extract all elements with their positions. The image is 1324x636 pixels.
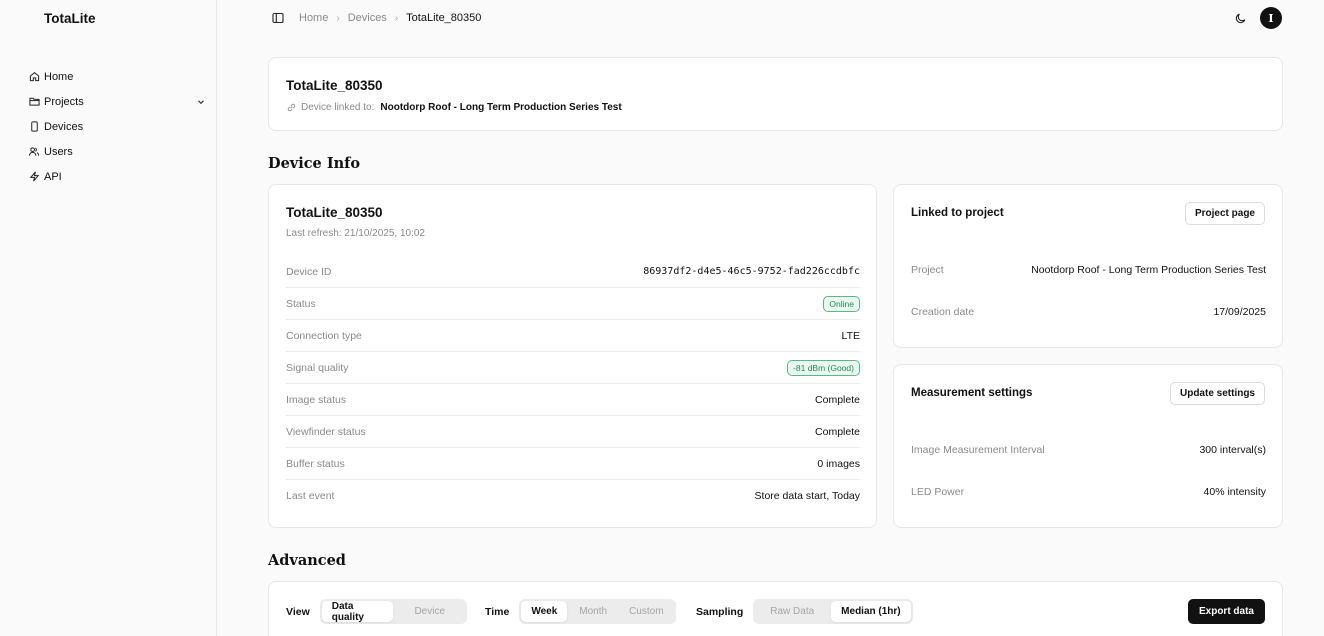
row-key: Image status [286,393,347,406]
chevron-down-icon[interactable] [196,97,206,107]
buffer-value: 0 images [817,457,860,470]
signal-badge: -81 dBm (Good) [787,359,860,376]
sidebar-item-projects[interactable]: Projects [28,89,206,114]
info-row-image-status: Image status Complete [286,384,860,416]
info-row-status: Status Online [286,288,860,320]
creation-date-row: Creation date 17/09/2025 [911,306,1266,318]
advanced-heading: Advanced [268,552,346,569]
breadcrumb-home[interactable]: Home [299,12,328,24]
linked-project-card: Linked to project Project page Project N… [893,184,1283,348]
image-status-value: Complete [815,393,860,406]
moon-icon[interactable] [1235,12,1248,25]
measurement-settings-card: Measurement settings Update settings Ima… [893,364,1283,528]
folder-icon [28,96,40,108]
linked-project-title: Linked to project [911,207,1004,219]
view-option-device[interactable]: Device [395,601,465,622]
info-row-device-id: Device ID 86937df2-d4e5-46c5-9752-fad226… [286,256,860,288]
status-badge: Online [823,295,860,312]
row-key: Buffer status [286,457,345,470]
info-row-last-event: Last event Store data start, Today [286,480,860,512]
info-row-viewfinder: Viewfinder status Complete [286,416,860,448]
sidebar-item-label: Users [44,145,73,158]
linked-project-link[interactable]: Nootdorp Roof - Long Term Production Ser… [380,102,621,113]
time-option-week[interactable]: Week [521,601,568,622]
sidebar-item-label: Devices [44,120,84,133]
sampling-option-median[interactable]: Median (1hr) [831,601,911,622]
breadcrumb-separator-icon: › [336,12,340,24]
update-settings-button[interactable]: Update settings [1169,382,1265,405]
sampling-control: Sampling Raw Data Median (1hr) [696,599,913,624]
time-segmented-control: Week Month Custom [519,599,676,624]
creation-date-value: 17/09/2025 [1213,306,1266,318]
device-name: TotaLite_80350 [286,205,383,220]
last-refresh: Last refresh: 21/10/2025, 10:02 [286,228,425,239]
info-row-buffer: Buffer status 0 images [286,448,860,480]
project-page-button[interactable]: Project page [1184,202,1265,225]
device-info-heading: Device Info [268,155,361,172]
viewfinder-value: Complete [815,425,860,438]
row-key: Image Measurement Interval [911,444,1045,456]
sidebar-nav: Home Projects Devices Users API [28,64,206,189]
avatar[interactable]: I [1260,7,1282,29]
sidebar-item-users[interactable]: Users [28,139,206,164]
row-key: Connection type [286,329,362,342]
link-icon [286,102,297,113]
time-control: Time Week Month Custom [485,599,676,624]
device-linked-info: Device linked to: Nootdorp Roof - Long T… [286,102,622,113]
connection-value: LTE [841,329,860,342]
home-icon [28,71,40,83]
view-option-data-quality[interactable]: Data quality [321,601,393,623]
sampling-option-raw[interactable]: Raw Data [755,601,829,622]
sidebar-item-home[interactable]: Home [28,64,206,89]
breadcrumb-current: TotaLite_80350 [406,12,482,24]
row-key: Signal quality [286,361,349,374]
sidebar-item-api[interactable]: API [28,164,206,189]
measurement-settings-title: Measurement settings [911,387,1033,399]
info-row-signal: Signal quality -81 dBm (Good) [286,352,860,384]
time-option-month[interactable]: Month [569,601,617,622]
page-title: TotaLite_80350 [286,78,383,93]
info-row-connection: Connection type LTE [286,320,860,352]
time-option-custom[interactable]: Custom [619,601,673,622]
led-power-value: 40% intensity [1203,486,1266,498]
sampling-segmented-control: Raw Data Median (1hr) [753,599,913,624]
bolt-icon [28,171,40,183]
linked-label: Device linked to: [301,102,375,113]
sidebar-item-label: Projects [44,95,84,108]
time-label: Time [485,605,510,618]
interval-value: 300 interval(s) [1199,444,1266,456]
led-power-row: LED Power 40% intensity [911,486,1266,498]
export-data-button[interactable]: Export data [1187,599,1265,624]
sidebar-item-label: Home [44,70,74,83]
breadcrumb-separator-icon: › [394,12,399,24]
toggle-sidebar-icon[interactable] [272,12,284,24]
project-row: Project Nootdorp Roof - Long Term Produc… [911,264,1266,276]
app-logo[interactable]: TotaLite [44,11,96,26]
device-info-card: TotaLite_80350 Last refresh: 21/10/2025,… [268,184,877,528]
device-header-card: TotaLite_80350 Device linked to: Nootdor… [268,57,1283,131]
row-key: Viewfinder status [286,425,366,438]
view-segmented-control: Data quality Device [319,599,467,624]
project-value: Nootdorp Roof - Long Term Production Ser… [1031,264,1266,276]
breadcrumb-devices[interactable]: Devices [348,12,387,24]
device-id-value: 86937df2-d4e5-46c5-9752-fad226ccdbfc [643,266,860,277]
last-event-value: Store data start, Today [754,490,860,502]
sidebar-item-devices[interactable]: Devices [28,114,206,139]
row-key: Project [911,264,944,276]
view-label: View [286,605,310,618]
device-icon [28,121,40,133]
row-key: Last event [286,490,335,502]
row-key: LED Power [911,486,965,498]
sidebar: TotaLite Home Projects Devices Users API [0,0,217,636]
interval-row: Image Measurement Interval 300 interval(… [911,444,1266,456]
users-icon [28,146,40,158]
sampling-label: Sampling [696,605,744,618]
breadcrumb: Home › Devices › TotaLite_80350 [299,12,481,24]
row-key: Device ID [286,265,332,278]
row-key: Status [286,297,316,310]
view-control: View Data quality Device [286,599,467,624]
advanced-card: View Data quality Device Time Week Month… [268,581,1283,636]
row-key: Creation date [911,306,975,318]
sidebar-item-label: API [44,170,62,183]
